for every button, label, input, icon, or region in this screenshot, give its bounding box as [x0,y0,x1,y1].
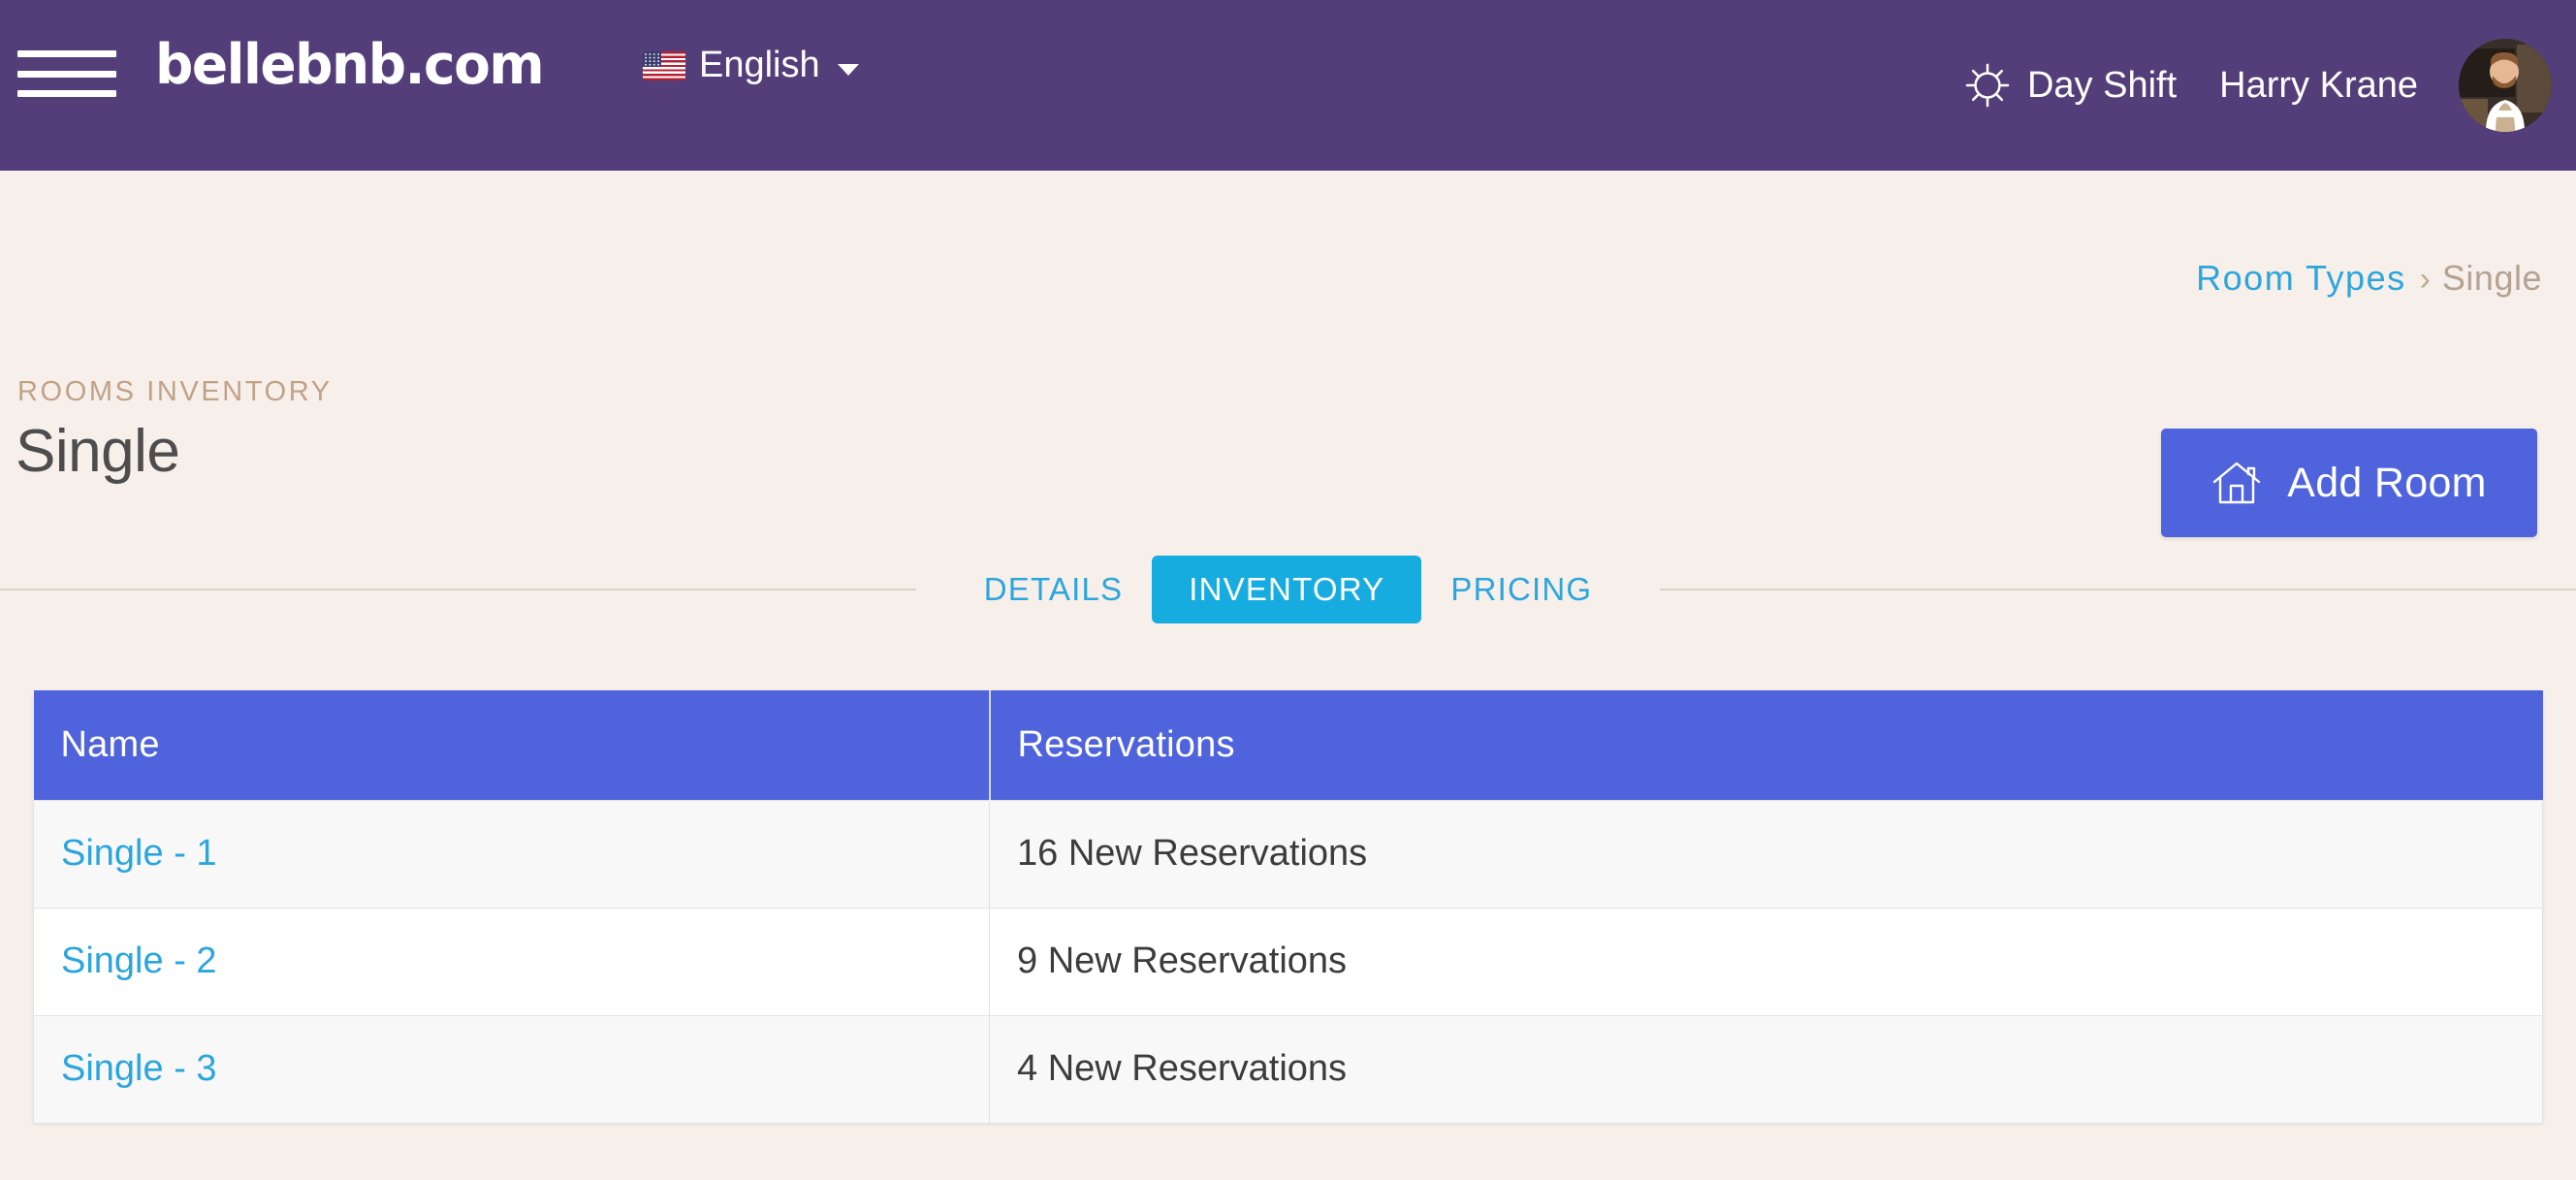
day-shift-button[interactable]: Day Shift [1965,63,2177,108]
top-navigation-bar: bellebnb.com English Day Shift Harry Kra… [0,0,2576,171]
top-bar-right-group: Day Shift Harry Krane [1965,0,2576,171]
room-link[interactable]: Single - 3 [61,1048,217,1089]
brand-logo[interactable]: bellebnb.com [155,32,545,97]
table-row[interactable]: Single - 3 4 New Reservations [33,1014,2543,1124]
sun-icon [1965,63,2010,108]
tab-bar: DETAILS INVENTORY PRICING [0,556,2576,623]
table-body: Single - 1 16 New Reservations Single - … [33,799,2543,1124]
hamburger-bar [17,90,116,97]
user-name[interactable]: Harry Krane [2219,65,2418,107]
section-eyebrow: ROOMS INVENTORY [17,376,333,407]
home-icon [2213,462,2261,504]
chevron-down-icon [837,63,859,76]
cell-room-name: Single - 3 [33,1014,990,1124]
table-head: Name Reservations [33,690,2543,800]
table-row[interactable]: Single - 2 9 New Reservations [33,907,2543,1016]
cell-room-name: Single - 1 [33,799,990,909]
cell-reservations: 4 New Reservations [989,1014,2543,1124]
breadcrumb-link-room-types[interactable]: Room Types [2196,258,2405,299]
tab-rule-right [1660,589,2576,590]
us-flag-icon [643,50,685,80]
rooms-inventory-table: Name Reservations Single - 1 16 New Rese… [33,690,2543,1124]
add-room-label: Add Room [2287,459,2487,506]
column-header-name[interactable]: Name [33,690,991,800]
tab-pricing[interactable]: PRICING [1421,556,1621,623]
hamburger-menu-icon[interactable] [17,50,116,97]
breadcrumb: Room Types › Single [2196,258,2542,299]
tab-inventory[interactable]: INVENTORY [1152,556,1422,623]
avatar[interactable] [2459,39,2552,132]
table-row[interactable]: Single - 1 16 New Reservations [33,799,2543,909]
page-title: Single [16,418,180,485]
add-room-button[interactable]: Add Room [2161,429,2537,537]
day-shift-label: Day Shift [2026,64,2178,106]
cell-room-name: Single - 2 [33,907,990,1016]
breadcrumb-separator-icon: › [2419,261,2431,298]
breadcrumb-current: Single [2441,258,2542,298]
avatar-photo [2459,39,2552,132]
column-header-reservations[interactable]: Reservations [989,690,2543,800]
room-link[interactable]: Single - 2 [61,941,217,981]
language-selector[interactable]: English [643,45,859,86]
language-label: English [699,45,820,85]
hamburger-bar [17,70,116,78]
tab-details[interactable]: DETAILS [955,556,1153,623]
table-header-row: Name Reservations [33,690,2543,800]
room-link[interactable]: Single - 1 [61,833,217,874]
cell-reservations: 16 New Reservations [989,799,2543,909]
cell-reservations: 9 New Reservations [989,907,2543,1016]
tab-group: DETAILS INVENTORY PRICING [955,556,1622,623]
hamburger-bar [17,50,116,57]
tab-rule-left [0,589,916,590]
